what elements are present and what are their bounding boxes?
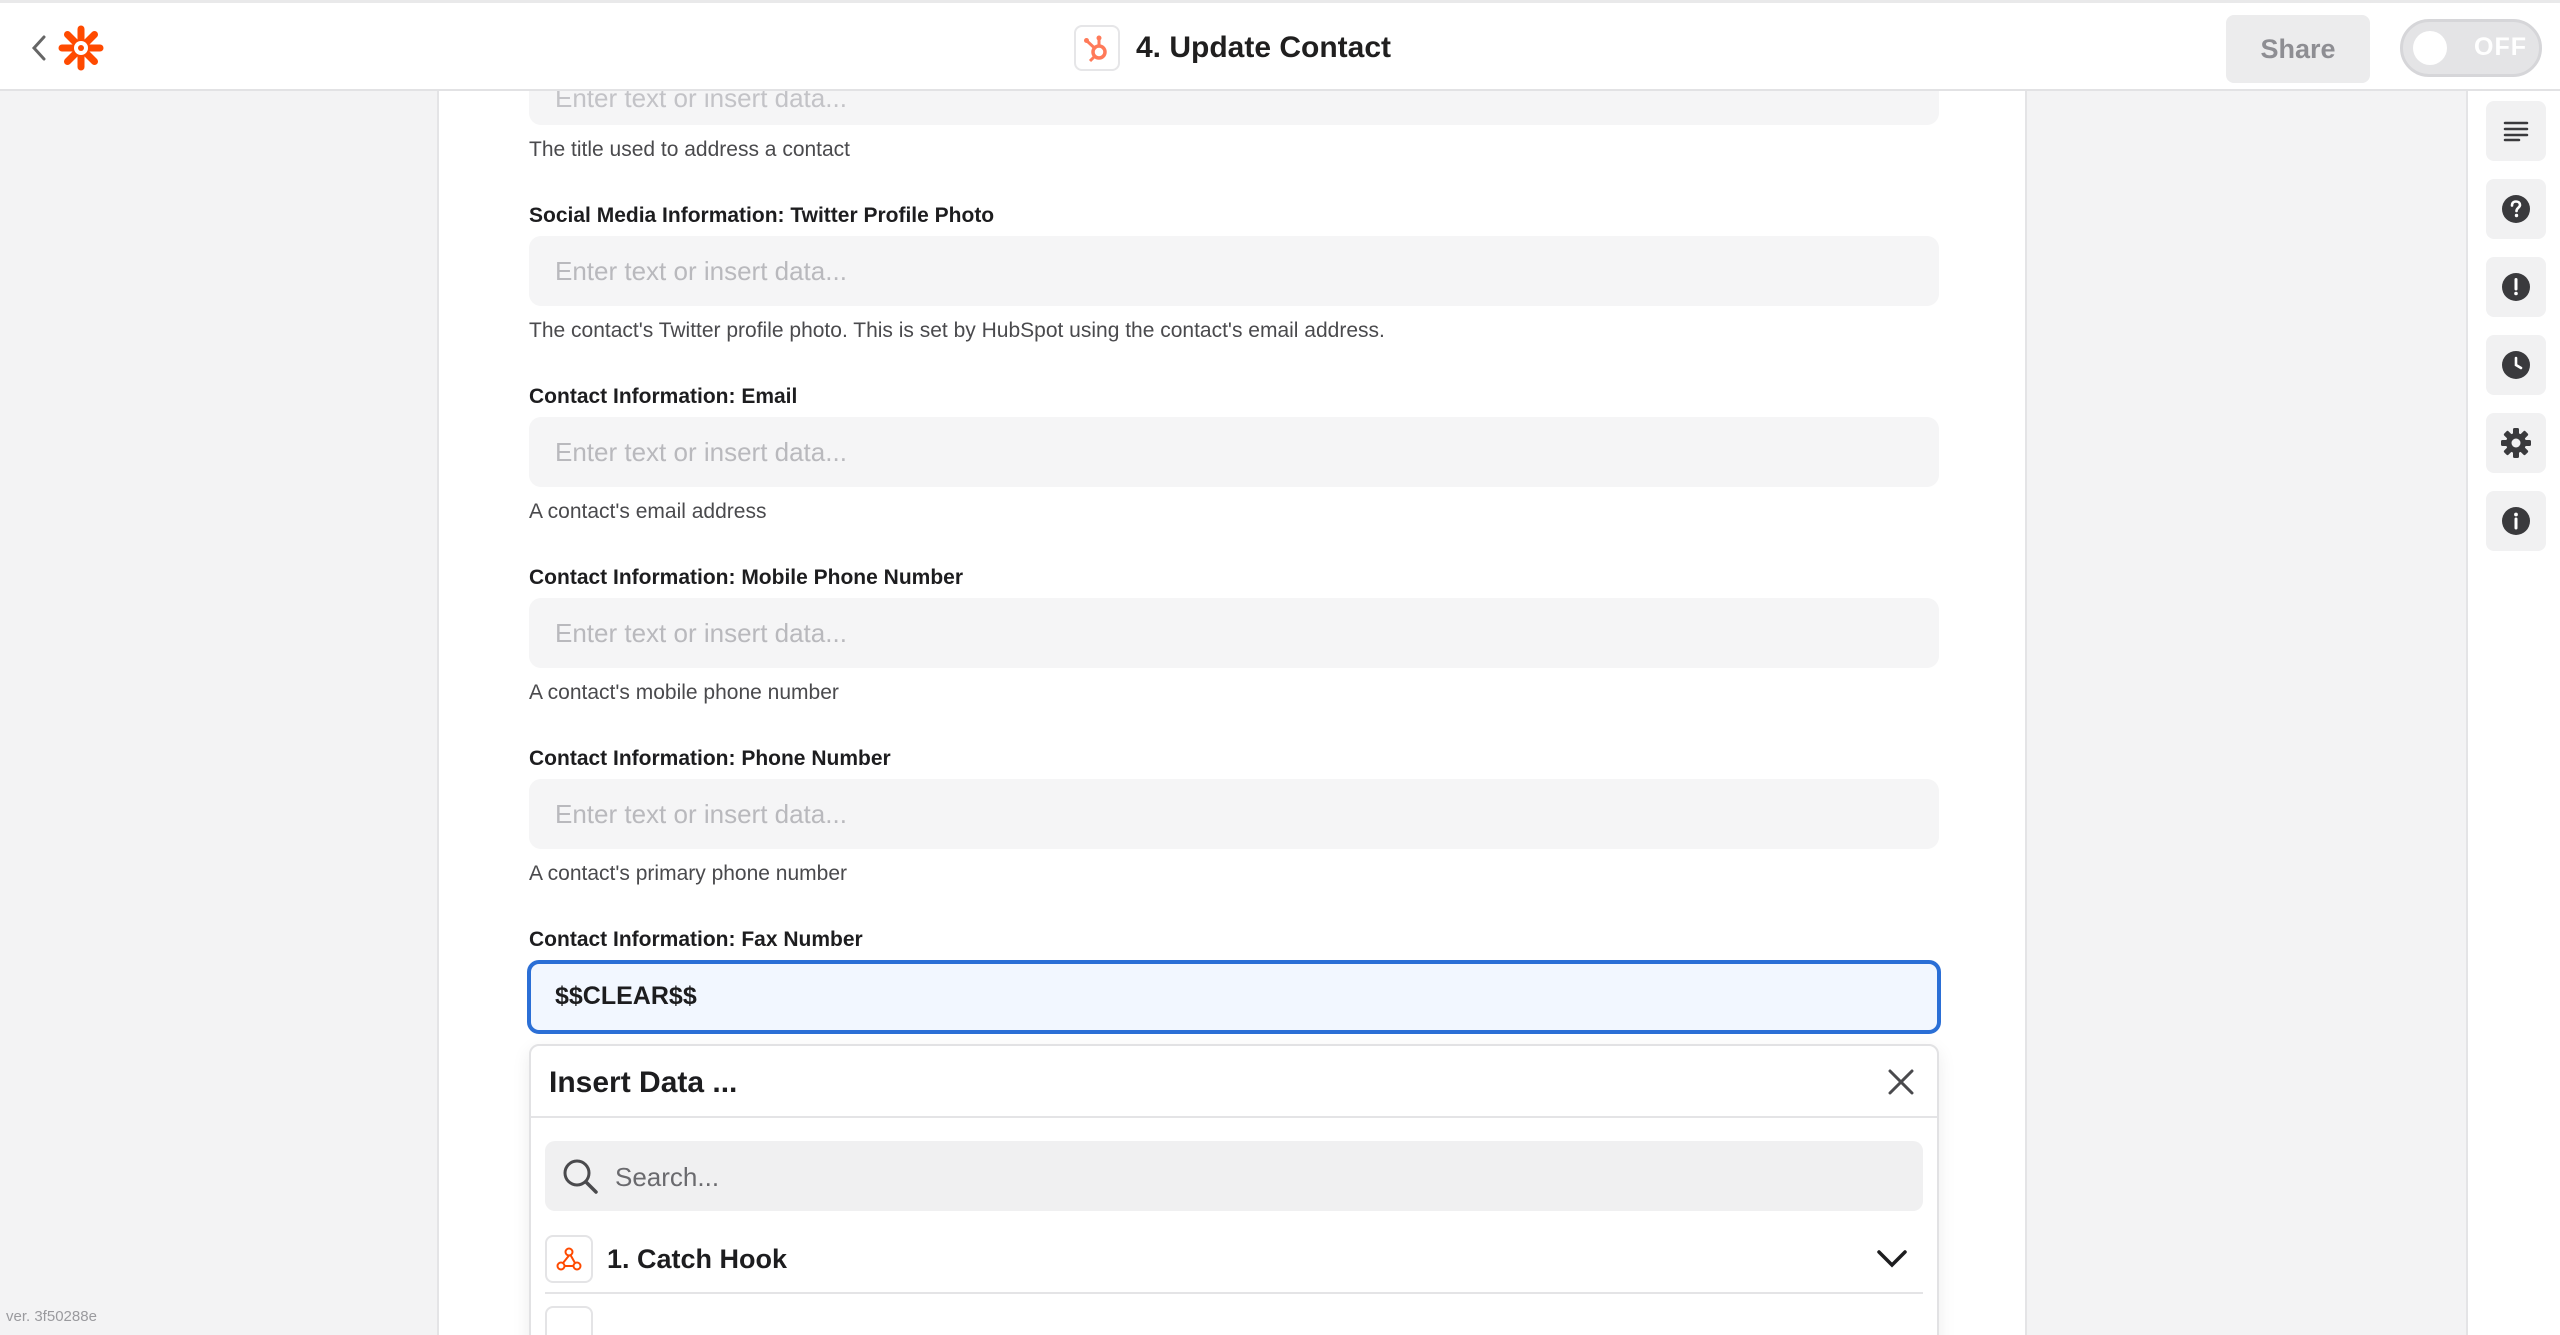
- webhook-icon: [545, 1235, 593, 1283]
- field-help: The contact's Twitter profile photo. Thi…: [529, 319, 1385, 342]
- step-item-catch-hook[interactable]: 1. Catch Hook: [545, 1226, 1923, 1294]
- editor-panel: Enter text or insert data... The title u…: [437, 91, 2027, 1335]
- alert-button[interactable]: [2486, 257, 2546, 317]
- zapier-asterisk-icon: [58, 25, 104, 71]
- settings-button[interactable]: [2486, 413, 2546, 473]
- history-button[interactable]: [2486, 335, 2546, 395]
- search-placeholder: Search...: [615, 1162, 720, 1192]
- page-title: 4. Update Contact: [1136, 31, 1392, 64]
- field-label-email: Contact Information: Email: [529, 385, 798, 408]
- help-icon: [2502, 195, 2530, 223]
- help-button[interactable]: [2486, 179, 2546, 239]
- twitter-photo-input[interactable]: Enter text or insert data...: [529, 236, 1939, 306]
- settings-icon: [2501, 428, 2531, 458]
- outline-button[interactable]: [2486, 101, 2546, 161]
- search-icon: [563, 1159, 598, 1194]
- zapier-logo[interactable]: [58, 25, 104, 71]
- field-help: The title used to address a contact: [529, 138, 851, 161]
- insert-data-popover: Insert Data ... Search... 1. Catch Hook: [529, 1044, 1939, 1335]
- right-sidebar: [2466, 91, 2560, 1335]
- insert-data-header: Insert Data ...: [531, 1046, 1937, 1118]
- info-icon: [2502, 507, 2530, 535]
- share-button[interactable]: Share: [2226, 15, 2370, 83]
- info-button[interactable]: [2486, 491, 2546, 551]
- field-label-phone: Contact Information: Phone Number: [529, 747, 891, 770]
- toggle-knob: [2413, 31, 2447, 65]
- email-input[interactable]: Enter text or insert data...: [529, 417, 1939, 487]
- hubspot-app-icon: [1074, 25, 1120, 71]
- title-input[interactable]: Enter text or insert data...: [529, 91, 1939, 125]
- back-button[interactable]: [26, 33, 52, 63]
- field-help: A contact's email address: [529, 500, 767, 523]
- phone-input[interactable]: Enter text or insert data...: [529, 779, 1939, 849]
- field-label-mobile-phone: Contact Information: Mobile Phone Number: [529, 566, 963, 589]
- field-help: A contact's primary phone number: [529, 862, 848, 885]
- toggle-label: OFF: [2474, 33, 2527, 61]
- zap-on-off-toggle[interactable]: OFF: [2400, 19, 2542, 77]
- mobile-phone-input[interactable]: Enter text or insert data...: [529, 598, 1939, 668]
- insert-data-title: Insert Data ...: [549, 1066, 738, 1099]
- chevron-left-icon: [31, 35, 46, 61]
- top-bar: 4. Update Contact Share OFF: [0, 0, 2560, 91]
- field-label-twitter-photo: Social Media Information: Twitter Profil…: [529, 204, 995, 227]
- hubspot-icon: [1084, 35, 1107, 63]
- search-input[interactable]: Search...: [545, 1141, 1923, 1211]
- step-label: 1. Catch Hook: [607, 1244, 788, 1274]
- step-item-icon-partial[interactable]: [545, 1306, 593, 1335]
- alert-icon: [2502, 273, 2530, 301]
- fax-input[interactable]: $$CLEAR$$: [527, 960, 1941, 1034]
- chevron-down-icon: [1877, 1250, 1907, 1268]
- step-title: 4. Update Contact: [1074, 25, 1391, 71]
- field-label-fax: Contact Information: Fax Number: [529, 928, 863, 951]
- field-help: A contact's mobile phone number: [529, 681, 839, 704]
- outline-icon: [2503, 121, 2529, 142]
- version-label: ver. 3f50288e: [6, 1308, 97, 1325]
- close-icon: [1888, 1069, 1914, 1095]
- history-icon: [2502, 351, 2530, 379]
- close-button[interactable]: [1883, 1064, 1919, 1100]
